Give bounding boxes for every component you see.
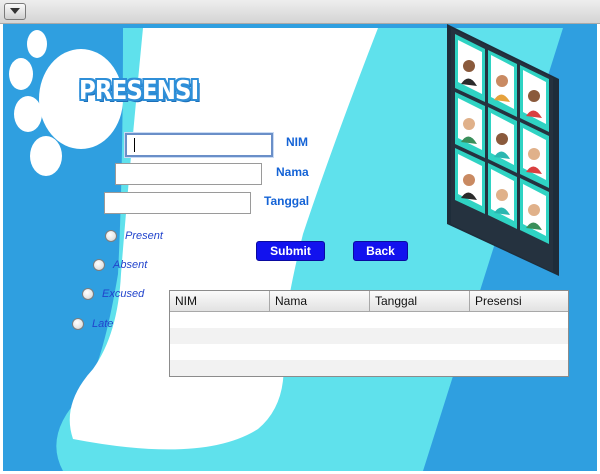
radio-late[interactable]: Late <box>72 318 113 330</box>
radio-excused-button[interactable] <box>82 288 94 300</box>
table-header: NIM Nama Tanggal Presensi <box>170 291 568 312</box>
table-row <box>170 360 568 376</box>
radio-late-label: Late <box>92 318 114 330</box>
radio-present[interactable]: Present <box>105 230 163 242</box>
title-bar <box>0 0 600 24</box>
nama-label: Nama <box>276 165 309 179</box>
radio-absent-button[interactable] <box>93 259 105 271</box>
submit-button[interactable]: Submit <box>256 241 325 261</box>
app-window: PRESENSI NIM Nama Tanggal Present Absent… <box>0 0 600 474</box>
table-row <box>170 312 568 328</box>
attendance-table[interactable]: NIM Nama Tanggal Presensi <box>169 290 569 377</box>
chevron-down-icon <box>10 8 20 14</box>
column-header-tanggal[interactable]: Tanggal <box>370 291 470 311</box>
radio-present-label: Present <box>125 230 163 242</box>
radio-excused[interactable]: Excused <box>82 288 144 300</box>
tanggal-input[interactable] <box>104 192 251 214</box>
column-header-nim[interactable]: NIM <box>170 291 270 311</box>
radio-absent[interactable]: Absent <box>93 259 147 271</box>
table-row <box>170 328 568 344</box>
radio-late-button[interactable] <box>72 318 84 330</box>
radio-excused-label: Excused <box>102 288 145 300</box>
radio-present-button[interactable] <box>105 230 117 242</box>
window-menu-button[interactable] <box>4 3 26 20</box>
back-button[interactable]: Back <box>353 241 408 261</box>
column-header-presensi[interactable]: Presensi <box>470 291 568 311</box>
nim-input[interactable] <box>125 133 273 157</box>
table-row <box>170 344 568 360</box>
tanggal-label: Tanggal <box>264 194 310 208</box>
text-cursor <box>134 138 135 152</box>
nim-label: NIM <box>286 135 308 149</box>
radio-absent-label: Absent <box>113 259 148 271</box>
column-header-nama[interactable]: Nama <box>270 291 370 311</box>
app-logo: PRESENSI <box>79 76 199 106</box>
nama-input[interactable] <box>115 163 262 185</box>
main-panel: PRESENSI NIM Nama Tanggal Present Absent… <box>3 24 597 471</box>
